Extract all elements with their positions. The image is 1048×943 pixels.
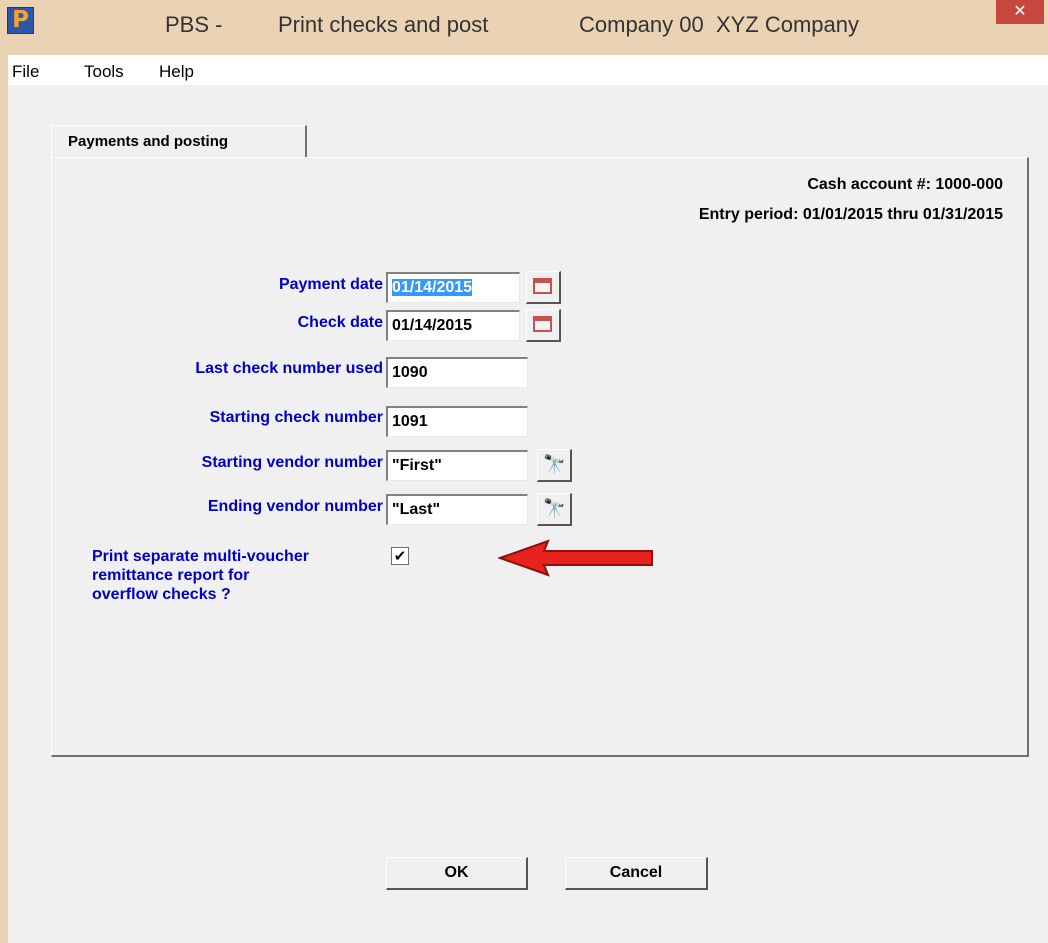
ending-vendor-lookup-button[interactable]: 🔭 xyxy=(537,493,572,526)
ending-vendor-number-field[interactable]: "Last" xyxy=(386,494,528,525)
window-title-app: PBS - xyxy=(165,12,223,37)
window-title-function: Print checks and post xyxy=(278,12,489,37)
binoculars-icon: 🔭 xyxy=(543,498,566,519)
multi-voucher-label-line1: Print separate multi-voucher xyxy=(92,548,309,565)
starting-check-number-label: Starting check number xyxy=(209,409,383,426)
entry-period-info: Entry period: 01/01/2015 thru 01/31/2015 xyxy=(698,206,1003,223)
starting-vendor-number-field[interactable]: "First" xyxy=(386,450,528,481)
binoculars-icon: 🔭 xyxy=(543,454,566,475)
window-title-company: Company 00 XYZ Company xyxy=(579,12,860,37)
window-frame-left xyxy=(0,55,8,943)
starting-vendor-number-label: Starting vendor number xyxy=(201,454,383,471)
payment-date-value: 01/14/2015 xyxy=(392,279,473,296)
check-date-label: Check date xyxy=(297,314,383,331)
menu-bar: File Tools Help xyxy=(8,55,1048,85)
title-bar: P PBS - Print checks and post Company 00… xyxy=(0,0,1048,55)
app-logo-icon: P xyxy=(7,7,34,34)
multi-voucher-label-line3: overflow checks ? xyxy=(92,586,231,603)
payment-date-calendar-button[interactable] xyxy=(526,271,561,304)
starting-check-number-field[interactable]: 1091 xyxy=(386,406,528,437)
last-check-number-label: Last check number used xyxy=(195,360,383,377)
ok-button[interactable]: OK xyxy=(386,857,528,890)
check-date-field[interactable]: 01/14/2015 xyxy=(386,310,520,341)
starting-vendor-lookup-button[interactable]: 🔭 xyxy=(537,449,572,482)
menu-file[interactable]: File xyxy=(12,62,39,82)
multi-voucher-label-line2: remittance report for xyxy=(92,567,250,584)
cancel-button[interactable]: Cancel xyxy=(565,857,708,890)
ending-vendor-number-label: Ending vendor number xyxy=(207,498,383,515)
red-arrow-icon xyxy=(498,539,653,577)
calendar-icon xyxy=(533,316,552,332)
calendar-icon xyxy=(533,278,552,294)
payment-date-label: Payment date xyxy=(278,276,383,293)
menu-help[interactable]: Help xyxy=(159,62,194,82)
check-date-calendar-button[interactable] xyxy=(526,309,561,342)
multi-voucher-label: Print separate multi-voucher remittance … xyxy=(92,547,309,604)
last-check-number-field[interactable]: 1090 xyxy=(386,357,528,388)
payment-date-field[interactable]: 01/14/2015 xyxy=(386,272,520,303)
tab-label: Payments and posting xyxy=(68,133,229,150)
menu-tools[interactable]: Tools xyxy=(84,62,124,82)
close-button[interactable]: ✕ xyxy=(996,0,1044,24)
tab-payments-and-posting[interactable]: Payments and posting xyxy=(51,125,307,158)
multi-voucher-checkbox[interactable]: ✔ xyxy=(391,547,409,565)
cash-account-info: Cash account #: 1000-000 xyxy=(807,176,1003,193)
